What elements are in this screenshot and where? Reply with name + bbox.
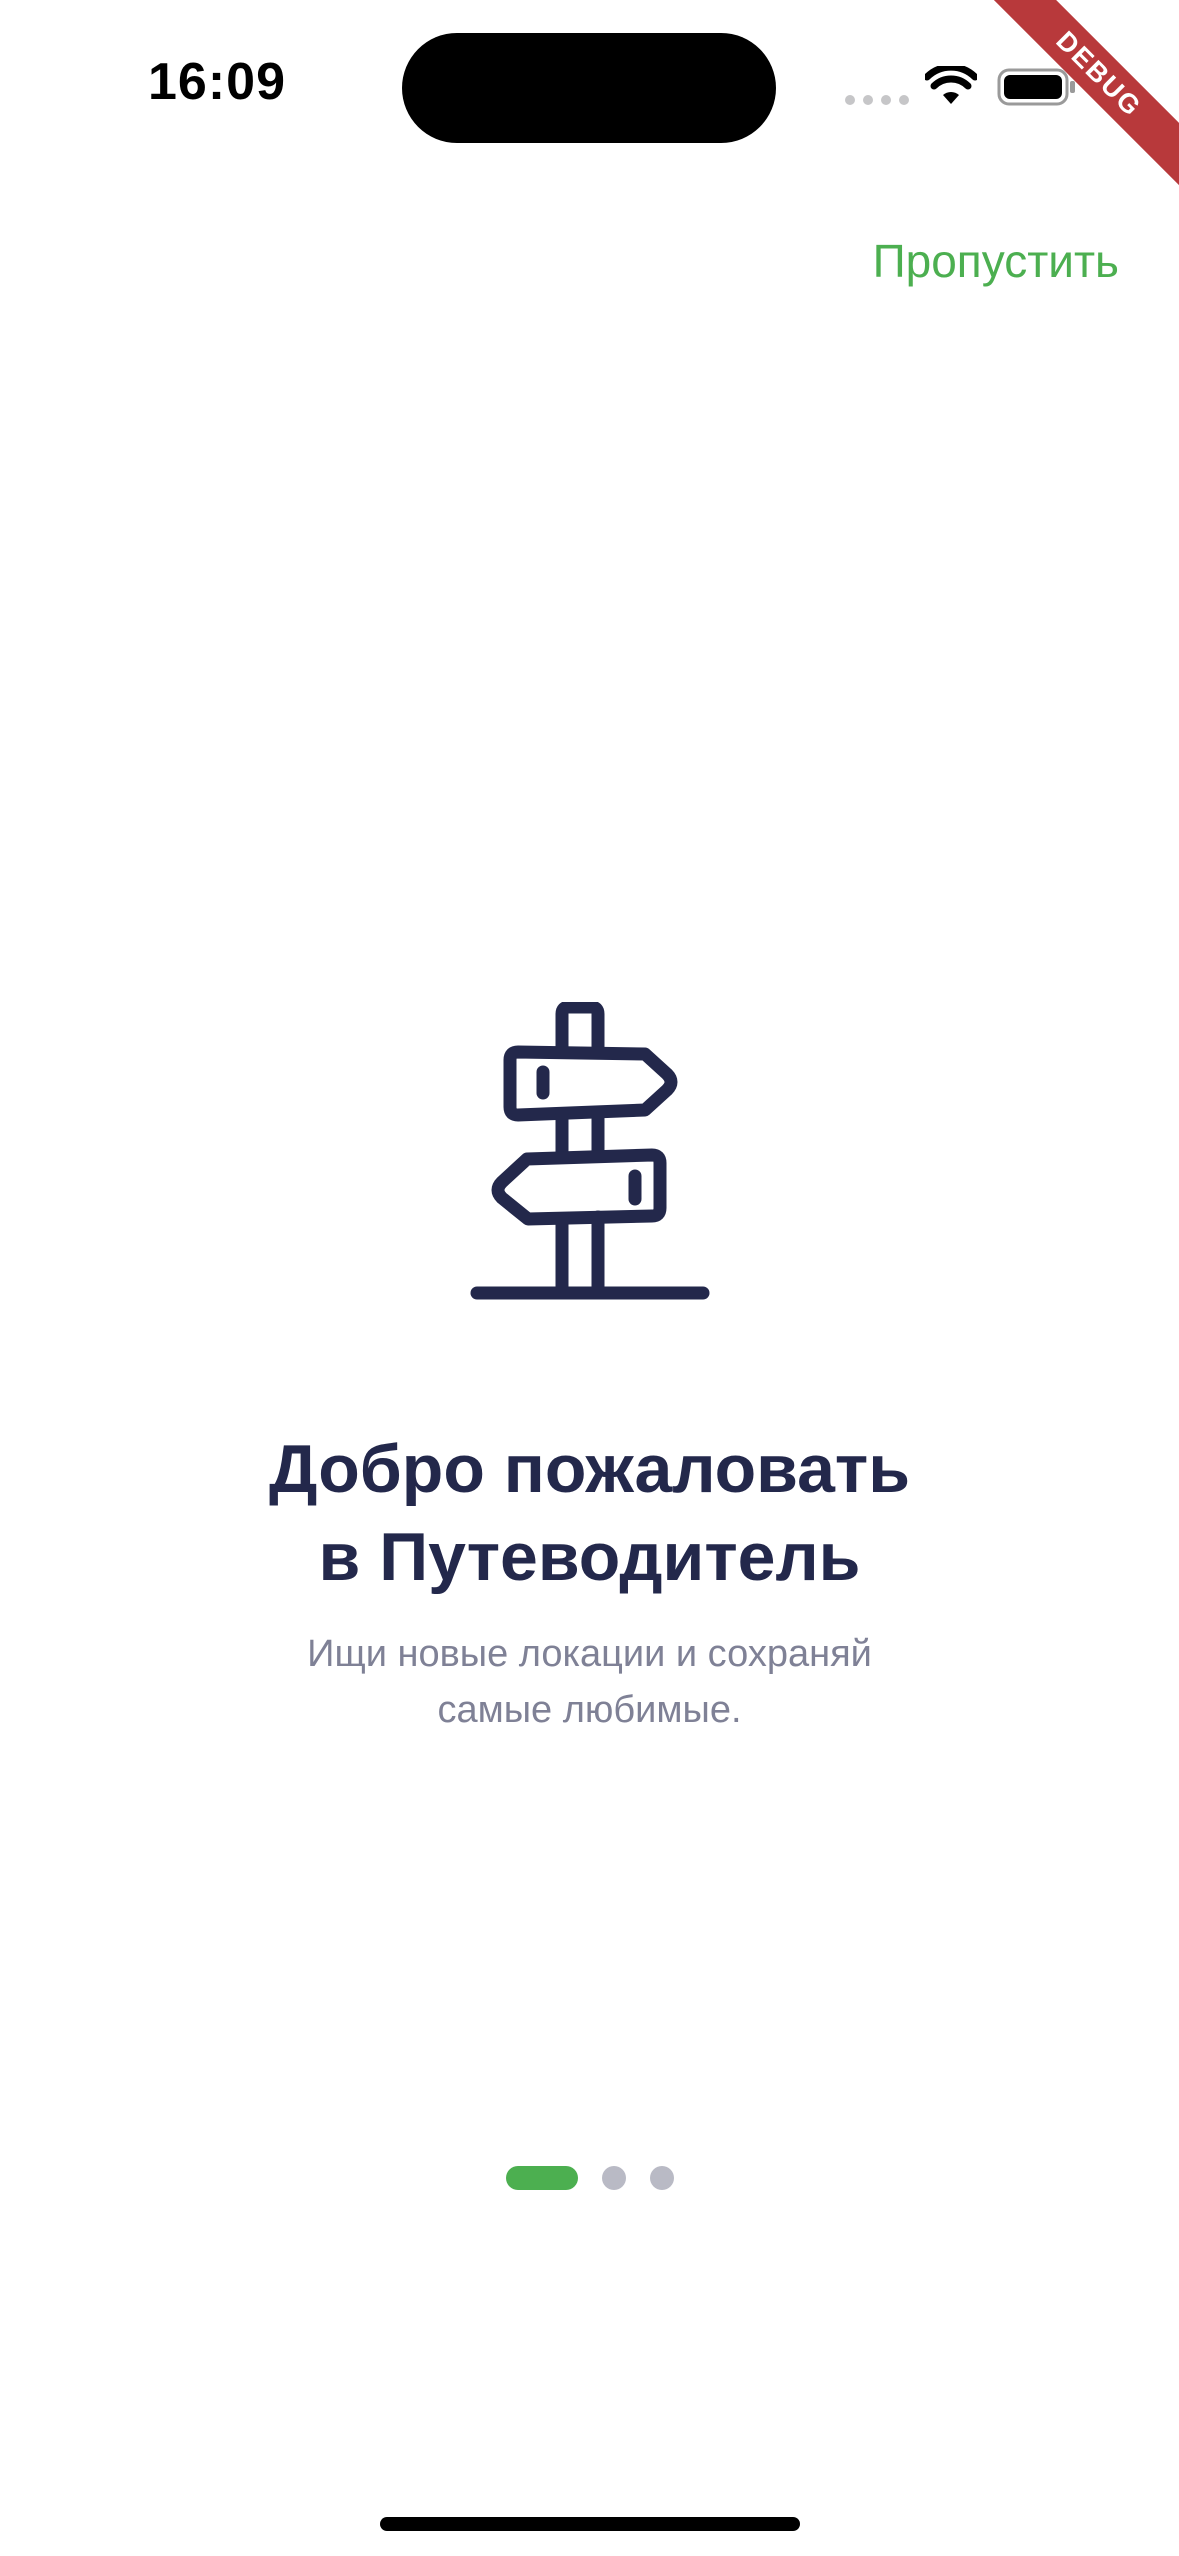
onboarding-screen: 16:09 DEBUG Пропустить Добро пожаловать … [0,0,1179,2556]
onboarding-subtitle: Ищи новые локации и сохраняй самые любим… [0,1626,1179,1738]
battery-icon [997,68,1075,106]
subtitle-line-2: самые любимые. [437,1689,742,1731]
cellular-signal-icon [845,95,909,105]
skip-button[interactable]: Пропустить [873,234,1119,288]
home-indicator[interactable] [380,2517,800,2531]
page-dot-2[interactable] [601,2166,626,2190]
onboarding-title: Добро пожаловать в Путеводитель [0,1425,1179,1601]
page-dot-1[interactable] [505,2166,578,2190]
page-indicator [0,2166,1179,2190]
status-time: 16:09 [148,53,286,111]
dynamic-island [402,33,776,143]
title-line-1: Добро пожаловать [268,1431,911,1507]
wifi-icon [925,66,977,104]
title-line-2: в Путеводитель [318,1519,861,1595]
subtitle-line-1: Ищи новые локации и сохраняй [307,1633,872,1675]
page-dot-3[interactable] [649,2166,674,2190]
signpost-icon [470,1002,710,1300]
